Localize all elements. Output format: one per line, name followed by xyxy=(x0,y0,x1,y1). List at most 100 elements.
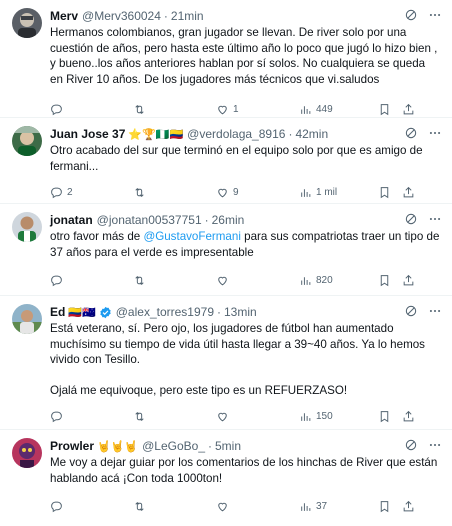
reply-button[interactable] xyxy=(50,103,133,116)
author-handle[interactable]: @LeGoBo_ xyxy=(142,439,205,453)
retweet-icon xyxy=(133,274,146,287)
views-count: 1 mil xyxy=(316,186,338,198)
grok-icon[interactable] xyxy=(404,8,418,22)
tweet-content: Juan Jose 37 ⭐🏆🇳🇬🇨🇴 @verdolaga_8916 · 42… xyxy=(50,126,444,203)
share-button[interactable] xyxy=(402,274,422,287)
reply-icon xyxy=(50,274,63,287)
avatar[interactable] xyxy=(12,212,42,242)
timestamp[interactable]: 5min xyxy=(215,439,241,453)
tweet[interactable]: jonatan @jonatan00537751 · 26min otro fa… xyxy=(0,204,452,296)
views-button[interactable]: 150 xyxy=(299,410,378,423)
retweet-button[interactable] xyxy=(133,186,216,199)
bookmark-button[interactable] xyxy=(378,103,402,116)
like-icon xyxy=(216,410,229,423)
views-icon xyxy=(299,500,312,513)
like-button[interactable]: 9 xyxy=(216,186,299,199)
avatar[interactable] xyxy=(12,126,42,156)
avatar[interactable] xyxy=(12,304,42,334)
tweet[interactable]: Merv @Merv360024 · 21min Hermanos colomb… xyxy=(0,0,452,118)
mention-link[interactable]: @GustavoFermani xyxy=(143,230,240,243)
views-button[interactable]: 449 xyxy=(299,103,378,116)
timestamp[interactable]: 21min xyxy=(171,9,204,23)
retweet-button[interactable] xyxy=(133,274,216,287)
separator-dot: · xyxy=(288,127,293,141)
bookmark-icon xyxy=(378,186,391,199)
author-handle[interactable]: @jonatan00537751 xyxy=(97,213,202,227)
share-button[interactable] xyxy=(402,103,422,116)
timestamp[interactable]: 13min xyxy=(224,305,257,319)
author-handle[interactable]: @Merv360024 xyxy=(82,9,161,23)
share-button[interactable] xyxy=(402,500,422,513)
reply-count: 2 xyxy=(67,186,73,198)
tweet[interactable]: Ed 🇨🇴🇦🇺 @alex_torres1979 · 13min Está ve… xyxy=(0,296,452,430)
reply-button[interactable]: 2 xyxy=(50,186,133,199)
like-button[interactable] xyxy=(216,274,299,287)
grok-icon[interactable] xyxy=(404,438,418,452)
tweet-header: jonatan @jonatan00537751 · 26min xyxy=(50,212,444,228)
tweet-header-icons xyxy=(404,304,442,318)
retweet-button[interactable] xyxy=(133,500,216,513)
like-button[interactable] xyxy=(216,500,299,513)
retweet-icon xyxy=(133,500,146,513)
like-count: 1 xyxy=(233,103,239,115)
grok-icon[interactable] xyxy=(404,304,418,318)
bookmark-button[interactable] xyxy=(378,186,402,199)
reply-button[interactable] xyxy=(50,500,133,513)
author-name[interactable]: Ed xyxy=(50,305,65,319)
views-icon xyxy=(299,186,312,199)
bookmark-button[interactable] xyxy=(378,274,402,287)
avatar[interactable] xyxy=(12,8,42,38)
tweet-text: Otro acabado del sur que terminó en el e… xyxy=(50,144,423,173)
tweet-text: Me voy a dejar guiar por los comentarios… xyxy=(50,456,438,485)
tweet[interactable]: Juan Jose 37 ⭐🏆🇳🇬🇨🇴 @verdolaga_8916 · 42… xyxy=(0,118,452,204)
more-icon[interactable] xyxy=(428,8,442,22)
reply-button[interactable] xyxy=(50,410,133,423)
reply-button[interactable] xyxy=(50,274,133,287)
reply-icon xyxy=(50,103,63,116)
separator-dot: · xyxy=(204,213,209,227)
like-button[interactable] xyxy=(216,410,299,423)
author-name[interactable]: Merv xyxy=(50,9,78,23)
name-emoji-badges: 🇨🇴🇦🇺 xyxy=(68,306,96,319)
author-name[interactable]: Juan Jose 37 xyxy=(50,127,125,141)
views-icon xyxy=(299,410,312,423)
name-emoji-badges: 🤘🤘🤘 xyxy=(97,440,139,453)
more-icon[interactable] xyxy=(428,212,442,226)
author-handle[interactable]: @verdolaga_8916 xyxy=(187,127,285,141)
like-count: 9 xyxy=(233,186,239,198)
grok-icon[interactable] xyxy=(404,212,418,226)
reply-icon xyxy=(50,500,63,513)
views-button[interactable]: 820 xyxy=(299,274,378,287)
views-button[interactable]: 1 mil xyxy=(299,186,378,199)
bookmark-icon xyxy=(378,103,391,116)
like-button[interactable]: 1 xyxy=(216,103,299,116)
retweet-button[interactable] xyxy=(133,103,216,116)
views-button[interactable]: 37 xyxy=(299,500,378,513)
retweet-icon xyxy=(133,186,146,199)
name-emoji-badges: ⭐🏆🇳🇬🇨🇴 xyxy=(128,128,184,141)
tweet-text: Está veterano, sí. Pero ojo, los jugador… xyxy=(50,322,425,397)
bookmark-button[interactable] xyxy=(378,410,402,423)
timestamp[interactable]: 26min xyxy=(212,213,245,227)
tweet-header: Juan Jose 37 ⭐🏆🇳🇬🇨🇴 @verdolaga_8916 · 42… xyxy=(50,126,444,142)
author-name[interactable]: jonatan xyxy=(50,213,93,227)
more-icon[interactable] xyxy=(428,126,442,140)
separator-dot: · xyxy=(208,439,212,453)
more-icon[interactable] xyxy=(428,304,442,318)
reply-feed: Merv @Merv360024 · 21min Hermanos colomb… xyxy=(0,0,452,526)
action-bar: 150 xyxy=(50,402,444,430)
author-handle[interactable]: @alex_torres1979 xyxy=(116,305,214,319)
share-button[interactable] xyxy=(402,410,422,423)
retweet-button[interactable] xyxy=(133,410,216,423)
timestamp[interactable]: 42min xyxy=(295,127,328,141)
action-bar: 2 9 1 mil xyxy=(50,178,444,206)
avatar[interactable] xyxy=(12,438,42,468)
share-button[interactable] xyxy=(402,186,422,199)
author-name[interactable]: Prowler xyxy=(50,439,94,453)
tweet-content: jonatan @jonatan00537751 · 26min otro fa… xyxy=(50,212,444,295)
grok-icon[interactable] xyxy=(404,126,418,140)
tweet[interactable]: Prowler 🤘🤘🤘 @LeGoBo_ · 5min Me voy a dej… xyxy=(0,430,452,526)
bookmark-button[interactable] xyxy=(378,500,402,513)
tweet-content: Merv @Merv360024 · 21min Hermanos colomb… xyxy=(50,8,444,117)
more-icon[interactable] xyxy=(428,438,442,452)
